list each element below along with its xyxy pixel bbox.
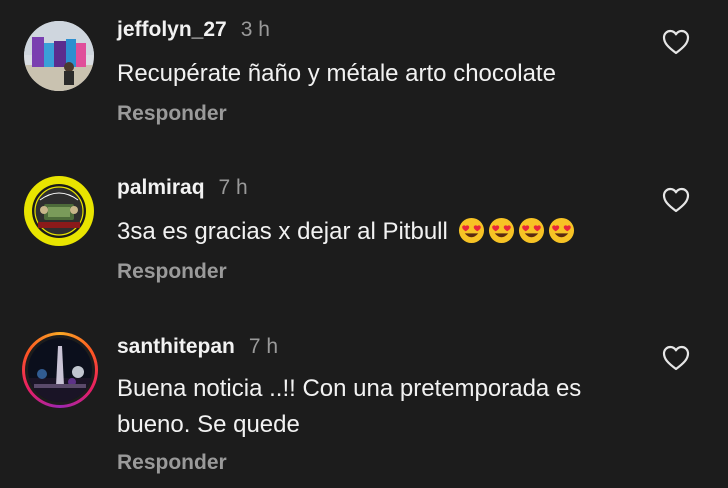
comment-username[interactable]: jeffolyn_27 <box>117 18 227 42</box>
comment-timestamp: 7 h <box>218 176 248 199</box>
palmira-badge-avatar <box>24 176 94 246</box>
avatar-image <box>28 338 92 402</box>
comment-text-body: 3sa es gracias x dejar al Pitbull <box>117 218 448 245</box>
comment-username[interactable]: palmiraq <box>117 176 205 200</box>
comment-timestamp: 7 h <box>248 335 279 358</box>
avatar[interactable] <box>24 21 94 91</box>
reply-button[interactable]: Responder <box>117 102 227 126</box>
comment-text: Buena noticia ..!! Con una pretemporada … <box>117 371 657 443</box>
night-monument-avatar <box>28 338 92 402</box>
comment-text: Recupérate ñaño y métale arto chocolate <box>117 60 556 87</box>
avatar[interactable] <box>22 332 98 408</box>
avatar[interactable] <box>24 176 94 246</box>
heart-outline-icon[interactable] <box>662 345 690 371</box>
comment-timestamp: 3 h <box>240 18 270 41</box>
comment-text-line: bueno. Se quede <box>117 411 300 438</box>
heart-eyes-emoji <box>548 217 574 244</box>
comment-text: 3sa es gracias x dejar al Pitbull <box>117 214 657 250</box>
heart-eyes-emoji <box>518 217 544 244</box>
heart-outline-icon[interactable] <box>662 29 690 55</box>
heart-eyes-emoji <box>458 217 484 244</box>
comment-text-line: Buena noticia ..!! Con una pretemporada … <box>117 375 582 402</box>
reply-button[interactable]: Responder <box>117 451 227 475</box>
beach-photo-avatar <box>24 21 94 91</box>
heart-outline-icon[interactable] <box>662 187 690 213</box>
heart-eyes-emoji <box>488 217 514 244</box>
reply-button[interactable]: Responder <box>117 260 227 284</box>
comment-username[interactable]: santhitepan <box>117 335 235 359</box>
